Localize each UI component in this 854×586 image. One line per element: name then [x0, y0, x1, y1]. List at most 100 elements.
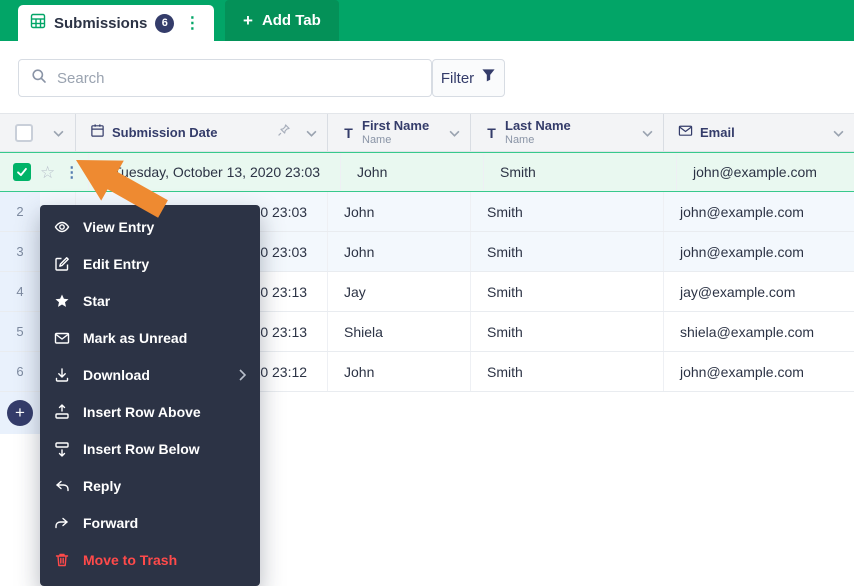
column-header-last-name[interactable]: T Last Name Name — [470, 114, 663, 151]
filter-label: Filter — [441, 70, 474, 87]
cell-last-name[interactable]: Smith — [470, 312, 663, 351]
insert-row-above-icon — [54, 404, 70, 420]
menu-item-label: View Entry — [83, 219, 154, 235]
filter-button[interactable]: Filter — [432, 59, 505, 97]
search-input[interactable] — [57, 70, 419, 87]
cell-email[interactable]: john@example.com — [663, 352, 854, 391]
cell-last-name[interactable]: Smith — [470, 192, 663, 231]
row-kebab-icon[interactable]: ⋮ — [64, 165, 79, 180]
table-grid-icon — [30, 13, 46, 34]
star-icon — [54, 293, 70, 309]
eye-icon — [54, 219, 70, 235]
menu-item-mark-as-unread[interactable]: Mark as Unread — [40, 319, 260, 356]
search-box — [18, 59, 432, 97]
row-number[interactable]: 6 — [0, 352, 40, 391]
cell-first-name[interactable]: John — [327, 232, 470, 271]
add-row-gutter: + — [0, 392, 40, 434]
table-header: Submission Date T First Name Name T — [0, 113, 854, 152]
cell-first-name[interactable]: Shiela — [327, 312, 470, 351]
envelope-icon — [54, 330, 70, 346]
column-label: Email — [700, 125, 735, 140]
cell-first-name[interactable]: John — [340, 153, 483, 191]
plus-icon: + — [243, 11, 253, 31]
row-number[interactable]: 3 — [0, 232, 40, 271]
column-header-submission-date[interactable]: Submission Date — [75, 114, 327, 151]
cell-email[interactable]: jay@example.com — [663, 272, 854, 311]
submission-count-badge: 6 — [155, 14, 174, 33]
menu-item-forward[interactable]: Forward — [40, 504, 260, 541]
row-gutter: ☆ ⋮ — [0, 153, 88, 191]
cell-email[interactable]: john@example.com — [663, 192, 854, 231]
menu-item-label: Edit Entry — [83, 256, 149, 272]
tab-bar: Submissions 6 ⋮ + Add Tab — [0, 0, 854, 41]
chevron-down-icon[interactable] — [833, 124, 844, 142]
cell-first-name[interactable]: John — [327, 352, 470, 391]
add-tab-button[interactable]: + Add Tab — [225, 0, 339, 41]
cell-last-name[interactable]: Smith — [470, 272, 663, 311]
cell-last-name[interactable]: Smith — [483, 153, 676, 191]
cell-last-name[interactable]: Smith — [470, 232, 663, 271]
cell-email[interactable]: john@example.com — [663, 232, 854, 271]
menu-item-insert-row-above[interactable]: Insert Row Above — [40, 393, 260, 430]
chevron-right-icon — [239, 369, 246, 381]
tab-kebab-icon[interactable]: ⋮ — [182, 13, 202, 33]
chevron-down-icon[interactable] — [449, 124, 460, 142]
cell-submission-date[interactable]: Tuesday, October 13, 2020 23:03 — [88, 153, 340, 191]
row-context-menu: View Entry Edit Entry Star — [40, 205, 260, 586]
menu-item-label: Move to Trash — [83, 552, 177, 568]
add-tab-label: Add Tab — [262, 12, 321, 29]
chevron-down-icon[interactable] — [53, 124, 64, 142]
column-sublabel: Name — [362, 134, 429, 147]
funnel-icon — [481, 68, 496, 88]
download-icon — [54, 367, 70, 383]
menu-item-download[interactable]: Download — [40, 356, 260, 393]
table-row[interactable]: ☆ ⋮ Tuesday, October 13, 2020 23:03 John… — [0, 152, 854, 192]
column-label: Submission Date — [112, 125, 217, 140]
tab-label: Submissions — [54, 15, 147, 32]
menu-item-label: Reply — [83, 478, 121, 494]
select-all-checkbox[interactable] — [15, 124, 33, 142]
row-number[interactable]: 5 — [0, 312, 40, 351]
insert-row-below-icon — [54, 441, 70, 457]
menu-item-insert-row-below[interactable]: Insert Row Below — [40, 430, 260, 467]
menu-item-label: Download — [83, 367, 150, 383]
menu-item-star[interactable]: Star — [40, 282, 260, 319]
menu-item-reply[interactable]: Reply — [40, 467, 260, 504]
cell-email[interactable]: shiela@example.com — [663, 312, 854, 351]
star-icon[interactable]: ☆ — [40, 164, 55, 181]
add-row-button[interactable]: + — [7, 400, 33, 426]
cell-last-name[interactable]: Smith — [470, 352, 663, 391]
text-type-icon: T — [342, 125, 355, 141]
cell-email[interactable]: john@example.com — [676, 153, 854, 191]
edit-icon — [54, 256, 70, 272]
column-header-first-name[interactable]: T First Name Name — [327, 114, 470, 151]
app-window: Submissions 6 ⋮ + Add Tab Filter — [0, 0, 854, 586]
menu-item-label: Insert Row Above — [83, 404, 201, 420]
envelope-icon — [678, 123, 693, 143]
tab-submissions[interactable]: Submissions 6 ⋮ — [18, 5, 214, 41]
cell-first-name[interactable]: Jay — [327, 272, 470, 311]
reply-icon — [54, 478, 70, 494]
chevron-down-icon[interactable] — [306, 124, 317, 142]
forward-icon — [54, 515, 70, 531]
trash-icon — [54, 552, 70, 568]
pin-icon[interactable] — [277, 123, 291, 142]
menu-item-edit-entry[interactable]: Edit Entry — [40, 245, 260, 282]
chevron-down-icon[interactable] — [642, 124, 653, 142]
row-checkbox-checked[interactable] — [13, 163, 31, 181]
column-label: Last Name — [505, 119, 571, 134]
search-icon — [31, 68, 47, 89]
column-label: First Name — [362, 119, 429, 134]
text-type-icon: T — [485, 125, 498, 141]
column-sublabel: Name — [505, 134, 571, 147]
menu-item-move-to-trash[interactable]: Move to Trash — [40, 541, 260, 578]
column-header-email[interactable]: Email — [663, 114, 854, 151]
row-number[interactable]: 4 — [0, 272, 40, 311]
menu-item-label: Mark as Unread — [83, 330, 187, 346]
cell-first-name[interactable]: John — [327, 192, 470, 231]
menu-item-label: Star — [83, 293, 110, 309]
row-number[interactable]: 2 — [0, 192, 40, 231]
calendar-icon — [90, 123, 105, 143]
menu-item-label: Forward — [83, 515, 138, 531]
menu-item-view-entry[interactable]: View Entry — [40, 208, 260, 245]
